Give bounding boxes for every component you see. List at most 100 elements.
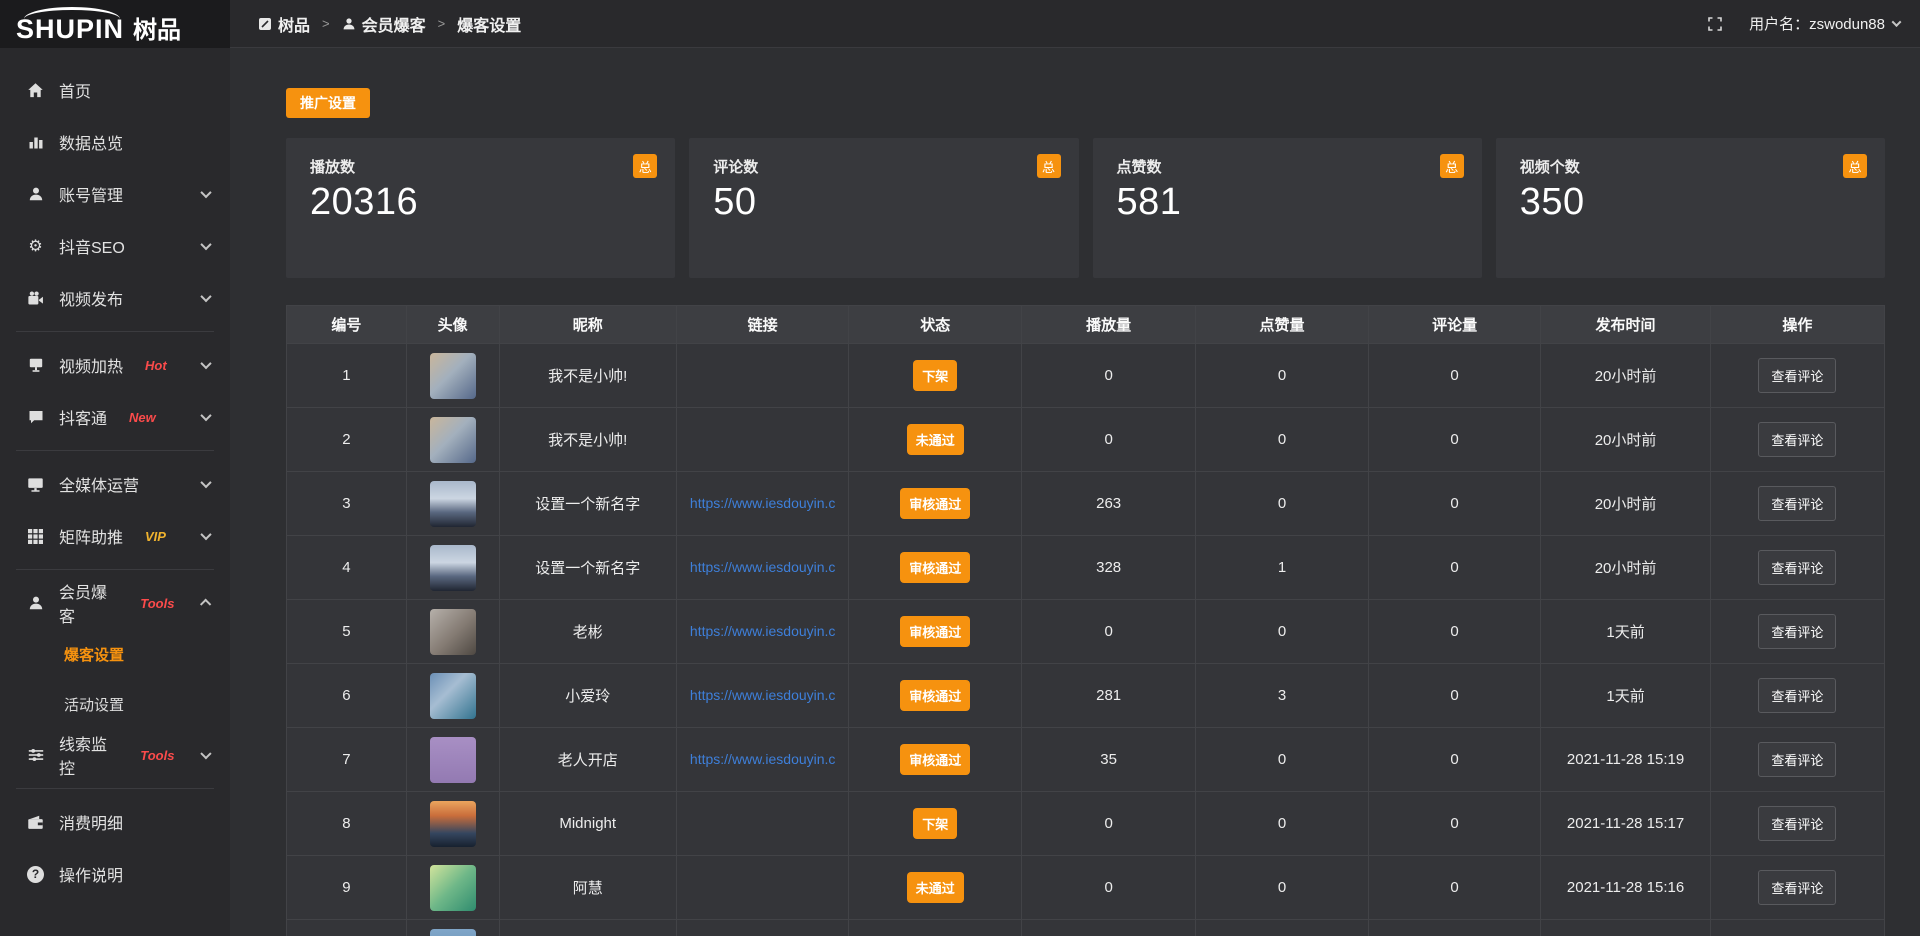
- sidebar-item-clue-monitoring[interactable]: 线索监控 Tools: [0, 729, 230, 781]
- video-link[interactable]: https://www.iesdouyin.c: [690, 495, 836, 511]
- sidebar-item-douketong[interactable]: 抖客通 New: [0, 391, 230, 443]
- vip-tag: VIP: [145, 529, 166, 544]
- view-comments-button[interactable]: 查看评论: [1758, 678, 1836, 713]
- view-comments-button[interactable]: 查看评论: [1758, 358, 1836, 393]
- video-link[interactable]: https://www.iesdouyin.c: [690, 559, 836, 575]
- video-link[interactable]: https://www.iesdouyin.c: [690, 687, 836, 703]
- sidebar-item-label: 数据总览: [59, 130, 123, 154]
- column-header-actions: 操作: [1710, 306, 1884, 344]
- status-badge[interactable]: 审核通过: [900, 744, 970, 775]
- nickname: 我不是小帅!: [548, 432, 627, 449]
- sidebar-item-label: 会员爆客: [59, 579, 118, 627]
- view-comments-button[interactable]: 查看评论: [1758, 422, 1836, 457]
- chevron-up-icon: [201, 599, 212, 610]
- sidebar-subitem-activity-settings[interactable]: 活动设置: [0, 679, 230, 729]
- status-badge[interactable]: 审核通过: [900, 616, 970, 647]
- publish-time: 20小时前: [1595, 432, 1657, 449]
- nickname: 设置一个新名字: [535, 560, 640, 577]
- row-number: 7: [342, 751, 350, 768]
- sidebar-divider: [16, 450, 214, 451]
- sidebar-item-label: 首页: [59, 78, 91, 102]
- status-badge[interactable]: 审核通过: [900, 488, 970, 519]
- view-comments-button[interactable]: 查看评论: [1758, 550, 1836, 585]
- sidebar-item-douyin-seo[interactable]: ⚙ 抖音SEO: [0, 220, 230, 272]
- comments-count: 0: [1450, 431, 1458, 448]
- sidebar-item-consumption-details[interactable]: 消费明细: [0, 796, 230, 848]
- sidebar-item-matrix-boost[interactable]: 矩阵助推 VIP: [0, 510, 230, 562]
- status-badge[interactable]: 未通过: [907, 872, 964, 903]
- sidebar-item-label: 矩阵助推: [59, 524, 123, 548]
- table-row: 3 设置一个新名字 https://www.iesdouyin.c 审核通过 2…: [287, 472, 1885, 536]
- sidebar-item-video-publish[interactable]: 视频发布: [0, 272, 230, 324]
- publish-time: 2021-11-28 15:19: [1567, 751, 1684, 768]
- fullscreen-icon[interactable]: [1707, 16, 1723, 32]
- view-comments-button[interactable]: 查看评论: [1758, 870, 1836, 905]
- grid-icon: [26, 529, 45, 544]
- breadcrumb-item-member-baoke[interactable]: 会员爆客: [342, 12, 426, 36]
- video-link[interactable]: https://www.iesdouyin.c: [690, 623, 836, 639]
- chevron-down-icon: [200, 529, 211, 540]
- status-badge[interactable]: 审核通过: [900, 552, 970, 583]
- sidebar-subitem-label: 爆客设置: [64, 644, 124, 665]
- sidebar-item-account-management[interactable]: 账号管理: [0, 168, 230, 220]
- status-badge[interactable]: 未通过: [907, 424, 964, 455]
- status-badge[interactable]: 审核通过: [900, 680, 970, 711]
- status-badge[interactable]: 下架: [913, 360, 957, 391]
- sidebar-item-data-overview[interactable]: 数据总览: [0, 116, 230, 168]
- plays-count: 0: [1104, 879, 1112, 896]
- column-header-nickname: 昵称: [499, 306, 676, 344]
- chevron-down-icon: [201, 748, 212, 759]
- total-badge: 总: [1843, 154, 1867, 178]
- view-comments-button[interactable]: 查看评论: [1758, 806, 1836, 841]
- sidebar-item-label: 操作说明: [59, 862, 123, 886]
- gear-icon: ⚙: [26, 236, 45, 256]
- plays-count: 0: [1104, 431, 1112, 448]
- table-row: 5 老彬 https://www.iesdouyin.c 审核通过 0 0 0 …: [287, 600, 1885, 664]
- bar-chart-icon: [26, 134, 45, 150]
- likes-count: 0: [1278, 367, 1286, 384]
- stat-value: 581: [1117, 181, 1458, 224]
- table-row: [287, 920, 1885, 936]
- likes-count: 0: [1278, 879, 1286, 896]
- sidebar-item-label: 抖客通: [59, 405, 107, 429]
- publish-time: 20小时前: [1595, 368, 1657, 385]
- plays-count: 0: [1104, 815, 1112, 832]
- tools-tag: Tools: [140, 596, 174, 611]
- avatar: [430, 737, 476, 783]
- view-comments-button[interactable]: 查看评论: [1758, 742, 1836, 777]
- sidebar-item-all-media[interactable]: 全媒体运营: [0, 458, 230, 510]
- row-number: 9: [342, 879, 350, 896]
- table-row: 9 阿慧 未通过 0 0 0 2021-11-28 15:16 查看评论: [287, 856, 1885, 920]
- view-comments-button[interactable]: 查看评论: [1758, 614, 1836, 649]
- likes-count: 0: [1278, 431, 1286, 448]
- sidebar-item-instructions[interactable]: ? 操作说明: [0, 848, 230, 900]
- likes-count: 3: [1278, 687, 1286, 704]
- video-link[interactable]: https://www.iesdouyin.c: [690, 751, 836, 767]
- username-menu[interactable]: 用户名：zswodun88: [1749, 13, 1900, 34]
- nickname: 小爱玲: [565, 688, 610, 705]
- wallet-icon: [26, 814, 45, 831]
- breadcrumb-item-shupin[interactable]: 树品: [258, 12, 310, 36]
- stat-card-plays: 播放数 20316 总: [286, 138, 675, 278]
- sidebar-item-member-baoke[interactable]: 会员爆客 Tools: [0, 577, 230, 629]
- new-tag: New: [129, 410, 156, 425]
- sidebar-subitem-baoke-settings[interactable]: 爆客设置: [0, 629, 230, 679]
- sidebar-item-home[interactable]: 首页: [0, 64, 230, 116]
- chevron-down-icon: [200, 477, 211, 488]
- view-comments-button[interactable]: 查看评论: [1758, 486, 1836, 521]
- comments-count: 0: [1450, 687, 1458, 704]
- status-badge[interactable]: 下架: [913, 808, 957, 839]
- main-area: 树品 > 会员爆客 > 爆客设置 用户名：zswodun88: [230, 0, 1920, 936]
- plays-count: 35: [1100, 751, 1117, 768]
- column-header-plays: 播放量: [1022, 306, 1196, 344]
- stat-cards: 播放数 20316 总 评论数 50 总 点赞数 581 总 视频个数 350: [286, 138, 1885, 278]
- sidebar-item-video-heating[interactable]: 视频加热 Hot: [0, 339, 230, 391]
- row-number: 4: [342, 559, 350, 576]
- monitor-icon: [26, 476, 45, 493]
- total-badge: 总: [1440, 154, 1464, 178]
- stat-card-videos: 视频个数 350 总: [1496, 138, 1885, 278]
- user-icon: [26, 186, 45, 202]
- avatar: [430, 609, 476, 655]
- row-number: 1: [342, 367, 350, 384]
- promotion-settings-button[interactable]: 推广设置: [286, 88, 370, 118]
